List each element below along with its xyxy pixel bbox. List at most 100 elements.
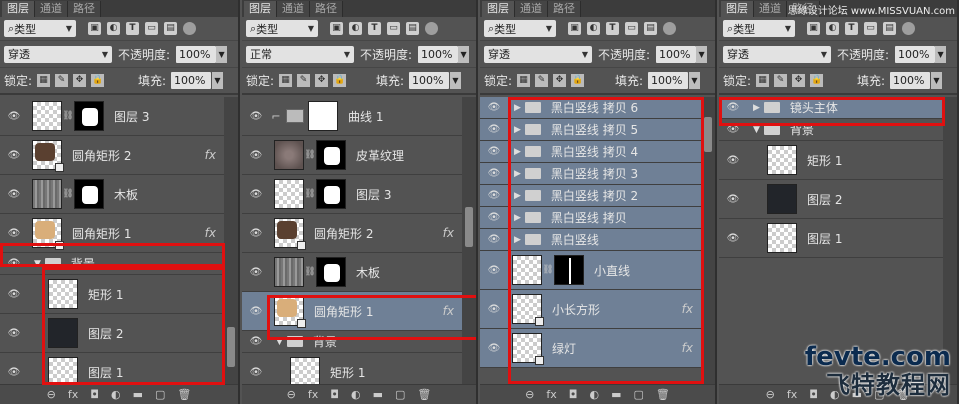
blend-mode-select[interactable]: 正常 ▼ bbox=[246, 45, 354, 63]
adjust-filter-icon[interactable]: ◐ bbox=[587, 22, 600, 35]
eye-icon[interactable]: 👁 bbox=[480, 190, 508, 201]
tab-paths[interactable]: 路径 bbox=[310, 1, 343, 17]
scrollbar[interactable] bbox=[462, 97, 476, 384]
layer-row[interactable]: 👁 圆角矩形 2 fx bbox=[0, 136, 224, 175]
eye-icon[interactable]: 👁 bbox=[719, 233, 747, 244]
link-icon[interactable]: ⊖ bbox=[287, 388, 296, 401]
layer-row[interactable]: 👁 ▶ 黑白竖线 bbox=[480, 229, 701, 251]
layer-row[interactable]: 👁 圆角矩形 2 fx bbox=[242, 214, 462, 253]
filter-toggle-icon[interactable] bbox=[902, 22, 915, 35]
opacity-input[interactable]: 100% bbox=[895, 45, 936, 63]
filter-kind-select[interactable]: ⌕ 类型 ▼ bbox=[723, 20, 795, 37]
mask-icon[interactable]: ◘ bbox=[90, 388, 99, 401]
mask-icon[interactable]: ◘ bbox=[330, 388, 339, 401]
mask-icon[interactable]: ◘ bbox=[809, 388, 818, 401]
scrollbar-thumb[interactable] bbox=[227, 327, 235, 367]
trash-icon[interactable]: 🗑 bbox=[656, 388, 670, 401]
filter-toggle-icon[interactable] bbox=[425, 22, 438, 35]
eye-icon[interactable]: 👁 bbox=[0, 328, 28, 339]
fx-icon[interactable]: fx bbox=[787, 388, 797, 401]
text-filter-icon[interactable]: T bbox=[126, 22, 139, 35]
lock-all-icon[interactable]: 🔒 bbox=[810, 74, 824, 87]
fill-dropdown-icon[interactable]: ▼ bbox=[450, 72, 461, 89]
eye-icon[interactable]: 👁 bbox=[0, 150, 28, 161]
layer-row[interactable]: 👁 ▶ 黑白竖线 拷贝 3 bbox=[480, 163, 701, 185]
chevron-down-icon[interactable]: ▼ bbox=[276, 337, 283, 347]
blend-mode-select[interactable]: 穿透 ▼ bbox=[723, 45, 831, 63]
eye-icon[interactable]: 👁 bbox=[480, 102, 508, 113]
text-filter-icon[interactable]: T bbox=[368, 22, 381, 35]
eye-icon[interactable]: 👁 bbox=[242, 306, 270, 317]
fill-dropdown-icon[interactable]: ▼ bbox=[931, 72, 942, 89]
layer-row[interactable]: 👁 ▶ 黑白竖线 拷贝 6 bbox=[480, 97, 701, 119]
eye-icon[interactable]: 👁 bbox=[480, 146, 508, 157]
image-filter-icon[interactable]: ▣ bbox=[330, 22, 343, 35]
eye-icon[interactable]: 👁 bbox=[480, 212, 508, 223]
layer-row[interactable]: 👁 ▶ 黑白竖线 拷贝 5 bbox=[480, 119, 701, 141]
eye-icon[interactable]: 👁 bbox=[480, 265, 508, 276]
link-icon[interactable]: ⊖ bbox=[525, 388, 534, 401]
opacity-dropdown-icon[interactable]: ▼ bbox=[458, 45, 470, 63]
layer-row[interactable]: 👁 绿灯 fx bbox=[480, 329, 701, 368]
eye-icon[interactable]: 👁 bbox=[480, 304, 508, 315]
lock-transparent-icon[interactable]: ▦ bbox=[517, 74, 531, 87]
tab-channels[interactable]: 通道 bbox=[35, 1, 68, 17]
fx-icon[interactable]: fx bbox=[205, 226, 216, 240]
lock-move-icon[interactable]: ✥ bbox=[792, 74, 806, 87]
folder-icon[interactable]: ▬ bbox=[373, 388, 383, 401]
eye-icon[interactable]: 👁 bbox=[480, 234, 508, 245]
eye-icon[interactable]: 👁 bbox=[0, 228, 28, 239]
eye-icon[interactable]: 👁 bbox=[0, 289, 28, 300]
layer-row[interactable]: 👁 ▼ 背景 bbox=[719, 119, 943, 141]
text-filter-icon[interactable]: T bbox=[845, 22, 858, 35]
fill-input[interactable]: 100% bbox=[171, 72, 211, 89]
shape-filter-icon[interactable]: ▭ bbox=[864, 22, 877, 35]
chevron-right-icon[interactable]: ▶ bbox=[514, 191, 521, 201]
layer-row[interactable]: 👁 ▶ 镜头主体 bbox=[719, 97, 943, 119]
lock-all-icon[interactable]: 🔒 bbox=[91, 74, 105, 87]
eye-icon[interactable]: 👁 bbox=[242, 150, 270, 161]
eye-icon[interactable]: 👁 bbox=[242, 267, 270, 278]
trash-icon[interactable]: 🗑 bbox=[417, 388, 431, 401]
scrollbar[interactable] bbox=[224, 97, 238, 384]
text-filter-icon[interactable]: T bbox=[606, 22, 619, 35]
eye-icon[interactable]: 👁 bbox=[480, 124, 508, 135]
adjustment-icon[interactable]: ◐ bbox=[351, 388, 361, 401]
layer-row[interactable]: 👁 ⛓ 皮革纹理 bbox=[242, 136, 462, 175]
tab-layers[interactable]: 图层 bbox=[482, 1, 515, 17]
lock-move-icon[interactable]: ✥ bbox=[73, 74, 87, 87]
chevron-right-icon[interactable]: ▶ bbox=[514, 103, 521, 113]
chevron-right-icon[interactable]: ▶ bbox=[514, 169, 521, 179]
layer-row[interactable]: 👁 ⛓ 木板 bbox=[242, 253, 462, 292]
eye-icon[interactable]: 👁 bbox=[719, 124, 747, 135]
lock-transparent-icon[interactable]: ▦ bbox=[37, 74, 51, 87]
layer-row[interactable]: 👁 图层 2 bbox=[719, 180, 943, 219]
tab-channels[interactable]: 通道 bbox=[754, 1, 787, 17]
adjustment-icon[interactable]: ◐ bbox=[111, 388, 121, 401]
shape-filter-icon[interactable]: ▭ bbox=[387, 22, 400, 35]
eye-icon[interactable]: 👁 bbox=[0, 258, 28, 269]
lock-all-icon[interactable]: 🔒 bbox=[571, 74, 585, 87]
eye-icon[interactable]: 👁 bbox=[480, 343, 508, 354]
fx-icon[interactable]: fx bbox=[682, 341, 693, 355]
lock-paint-icon[interactable]: ✎ bbox=[774, 74, 788, 87]
new-layer-icon[interactable]: ▢ bbox=[155, 388, 165, 401]
filter-toggle-icon[interactable] bbox=[183, 22, 196, 35]
filter-kind-select[interactable]: ⌕ 类型 ▼ bbox=[246, 20, 318, 37]
fill-dropdown-icon[interactable]: ▼ bbox=[212, 72, 223, 89]
image-filter-icon[interactable]: ▣ bbox=[568, 22, 581, 35]
lock-move-icon[interactable]: ✥ bbox=[553, 74, 567, 87]
chevron-right-icon[interactable]: ▶ bbox=[753, 103, 760, 113]
layer-row[interactable]: 👁 小长方形 fx bbox=[480, 290, 701, 329]
eye-icon[interactable]: 👁 bbox=[719, 194, 747, 205]
mask-icon[interactable]: ◘ bbox=[569, 388, 578, 401]
image-filter-icon[interactable]: ▣ bbox=[88, 22, 101, 35]
image-filter-icon[interactable]: ▣ bbox=[807, 22, 820, 35]
scrollbar-thumb[interactable] bbox=[704, 117, 712, 152]
layer-row[interactable]: 👁 ⛓ 木板 bbox=[0, 175, 224, 214]
smart-filter-icon[interactable]: ▤ bbox=[164, 22, 177, 35]
layer-row[interactable]: 👁 图层 1 bbox=[719, 219, 943, 258]
layer-row[interactable]: 👁 矩形 1 bbox=[719, 141, 943, 180]
layer-row[interactable]: 👁 矩形 1 bbox=[0, 275, 224, 314]
chevron-down-icon[interactable]: ▼ bbox=[34, 259, 41, 269]
